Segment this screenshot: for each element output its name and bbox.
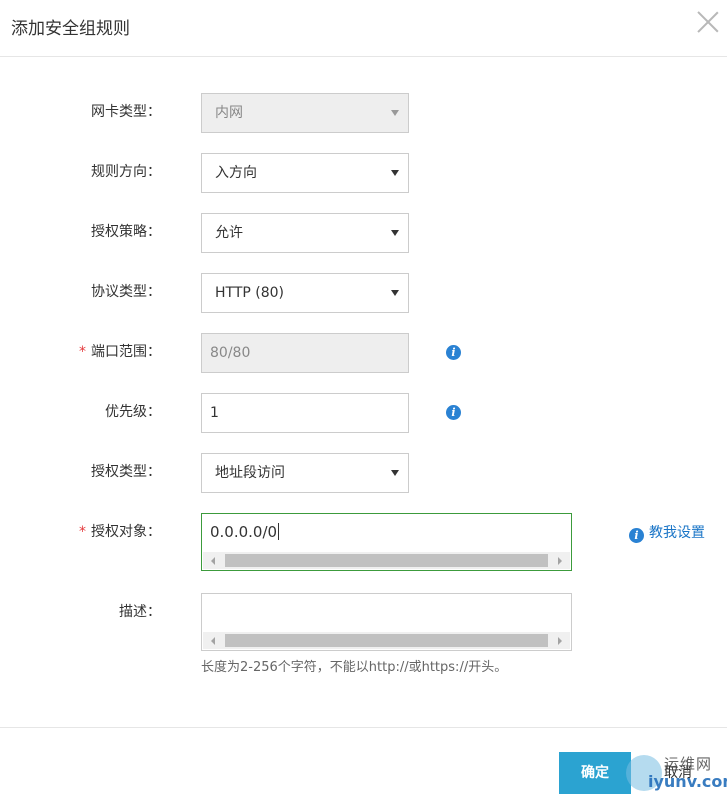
help-link-label: 教我设置: [649, 525, 705, 541]
scroll-right-icon[interactable]: [558, 637, 562, 645]
policy-value: 允许: [215, 225, 243, 241]
priority-value: 1: [210, 405, 219, 421]
nic-type-label: 网卡类型：: [91, 104, 161, 120]
nic-type-select[interactable]: 内网: [201, 93, 409, 133]
auth-type-select[interactable]: 地址段访问: [201, 453, 409, 493]
policy-select[interactable]: 允许: [201, 213, 409, 253]
close-icon[interactable]: [697, 11, 719, 33]
cancel-button[interactable]: 取消: [631, 752, 725, 794]
direction-label: 规则方向：: [91, 164, 161, 180]
nic-type-value: 内网: [215, 105, 243, 121]
protocol-label: 协议类型：: [91, 284, 161, 300]
priority-input[interactable]: 1: [201, 393, 409, 433]
required-mark: *: [79, 344, 86, 360]
chevron-down-icon: [391, 230, 399, 236]
scroll-left-icon[interactable]: [211, 557, 215, 565]
auth-object-textarea[interactable]: 0.0.0.0/0: [201, 513, 572, 571]
description-textarea[interactable]: [201, 593, 572, 651]
help-link[interactable]: i 教我设置: [629, 522, 705, 543]
info-icon[interactable]: i: [446, 345, 461, 360]
info-icon: i: [629, 528, 644, 543]
scroll-left-icon[interactable]: [211, 637, 215, 645]
auth-object-label: * 授权对象：: [79, 512, 161, 552]
footer-divider: [0, 727, 727, 728]
auth-type-label: 授权类型：: [91, 464, 161, 480]
info-icon[interactable]: i: [446, 405, 461, 420]
description-hint: 长度为2-256个字符，不能以http://或https://开头。: [201, 660, 508, 675]
horizontal-scrollbar[interactable]: [203, 552, 570, 569]
port-range-input[interactable]: 80/80: [201, 333, 409, 373]
policy-label: 授权策略：: [91, 224, 161, 240]
port-range-label-text: 端口范围：: [91, 344, 161, 360]
protocol-select[interactable]: HTTP (80): [201, 273, 409, 313]
auth-type-value: 地址段访问: [215, 465, 285, 481]
scrollbar-thumb[interactable]: [225, 554, 548, 567]
scroll-right-icon[interactable]: [558, 557, 562, 565]
dialog-title: 添加安全组规则: [11, 19, 130, 39]
chevron-down-icon: [391, 470, 399, 476]
protocol-value: HTTP (80): [215, 285, 285, 301]
required-mark: *: [79, 524, 86, 540]
chevron-down-icon: [391, 290, 399, 296]
horizontal-scrollbar[interactable]: [203, 632, 570, 649]
dialog-header: 添加安全组规则: [0, 0, 727, 57]
scrollbar-thumb[interactable]: [225, 634, 548, 647]
direction-value: 入方向: [215, 165, 257, 181]
description-label: 描述：: [119, 604, 161, 620]
priority-label: 优先级：: [105, 404, 161, 420]
text-cursor: [278, 523, 280, 540]
chevron-down-icon: [391, 110, 399, 116]
port-range-label: * 端口范围：: [79, 332, 161, 372]
auth-object-label-text: 授权对象：: [91, 524, 161, 540]
auth-object-value: 0.0.0.0/0: [210, 523, 278, 541]
chevron-down-icon: [391, 170, 399, 176]
confirm-button[interactable]: 确定: [559, 752, 631, 794]
direction-select[interactable]: 入方向: [201, 153, 409, 193]
port-range-value: 80/80: [210, 345, 251, 361]
